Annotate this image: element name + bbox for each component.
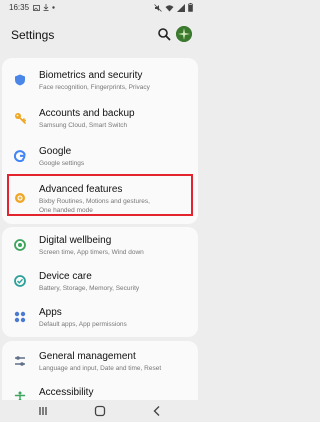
settings-item-subtitle: Face recognition, Fingerprints, Privacy [39,84,150,91]
settings-item-title: Accessibility [39,387,94,398]
notification-download-icon [43,4,49,11]
apps-icon [14,311,26,323]
notification-image-icon [33,4,40,11]
search-icon[interactable] [157,27,171,41]
page-title: Settings [11,28,55,42]
recent-apps-icon[interactable] [37,405,49,417]
settings-item-title: Google [39,146,72,157]
settings-item-subtitle: Google settings [39,160,85,167]
sliders-icon [15,356,25,366]
wifi-icon [165,4,174,11]
status-notification-icons [33,4,55,11]
settings-item-title: Apps [39,307,62,318]
settings-item-digital-wellbeing[interactable]: Digital wellbeing Screen time, App timer… [2,227,198,265]
settings-item-google[interactable]: Google Google settings [2,138,198,176]
settings-item-title: Advanced features [39,184,123,195]
notification-dot-icon [52,6,55,9]
status-time: 16:35 [9,3,30,12]
settings-item-title: Digital wellbeing [39,235,112,246]
settings-item-accounts[interactable]: Accounts and backup Samsung Cloud, Smart… [2,100,198,138]
settings-item-subtitle: Samsung Cloud, Smart Switch [39,122,128,129]
settings-item-general-management[interactable]: General management Language and input, D… [2,343,198,381]
settings-card-security: Biometrics and security Face recognition… [2,58,198,224]
wellbeing-icon [14,239,26,251]
status-system-icons [154,3,193,12]
settings-item-subtitle: Default apps, App permissions [39,321,127,328]
signal-icon [177,3,185,12]
status-bar: 16:35 [0,0,200,16]
profile-avatar[interactable] [176,26,192,42]
avatar-image-icon [176,26,192,42]
settings-item-advanced-features[interactable]: Advanced features Bixby Routines, Motion… [2,178,198,222]
home-icon[interactable] [94,405,106,417]
settings-item-subtitle: Bixby Routines, Motions and gestures, On… [39,198,150,214]
settings-item-subtitle: Battery, Storage, Memory, Security [39,285,140,292]
settings-item-subtitle: Language and input, Date and time, Reset [39,365,162,372]
google-icon [14,150,26,162]
gear-plus-icon [15,193,25,203]
settings-item-subtitle: Screen time, App timers, Wind down [39,249,144,256]
back-icon[interactable] [151,405,163,417]
settings-item-device-care[interactable]: Device care Battery, Storage, Memory, Se… [2,263,198,301]
device-care-icon [14,275,26,287]
key-icon [15,113,26,124]
settings-item-title: Biometrics and security [39,70,143,81]
settings-item-title: Device care [39,271,92,282]
settings-item-apps[interactable]: Apps Default apps, App permissions [2,299,198,337]
mute-icon [154,3,162,12]
battery-icon [188,3,193,12]
settings-card-device: Digital wellbeing Screen time, App timer… [2,227,198,337]
settings-item-title: General management [39,351,136,362]
settings-item-title: Accounts and backup [39,108,135,119]
settings-item-biometrics[interactable]: Biometrics and security Face recognition… [2,62,198,100]
navigation-bar [0,400,200,422]
settings-header: Settings [0,16,200,56]
shield-icon [15,74,25,86]
